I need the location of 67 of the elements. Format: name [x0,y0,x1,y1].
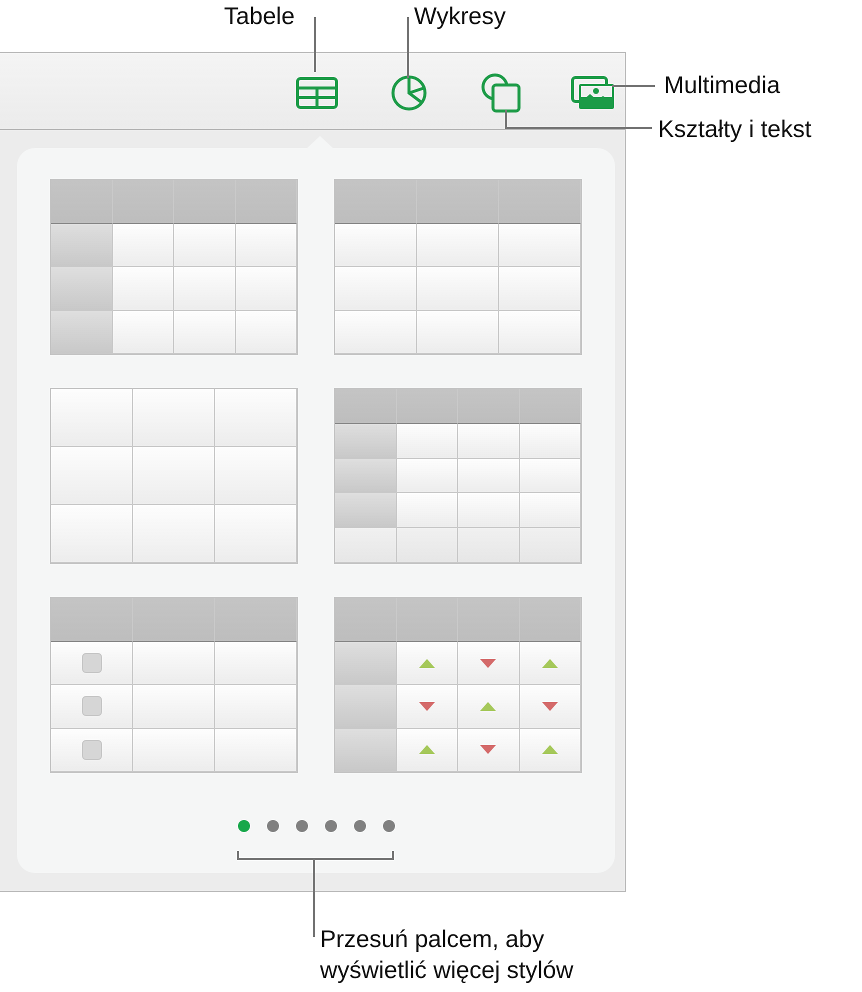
table-cell [236,310,297,354]
table-cell [397,493,458,528]
table-cell [458,528,520,563]
callout-label: Kształty i tekst [658,115,812,145]
table-cell [51,180,113,224]
table-style-button[interactable] [334,597,582,773]
table-cell [520,493,581,528]
table-cell [174,310,236,354]
table-style-button[interactable] [334,388,582,564]
table-cell [236,267,297,310]
table-cell [51,310,113,354]
table-cell [335,642,397,686]
callout-label: Tabele [224,2,295,32]
table-cell [397,389,458,424]
photos-icon [571,76,615,110]
table-cell [458,424,520,459]
shapes-icon [481,73,521,113]
callout-label: Multimedia [664,71,780,101]
page-dot[interactable] [266,820,278,832]
pie-chart-icon [391,75,427,111]
table-cell [51,267,113,310]
table-style-button[interactable] [334,179,582,355]
table-cell [335,728,397,772]
callout-label: Przesuń palcem, aby wyświetlić więcej stylów [320,925,574,986]
table-cell [174,180,236,224]
table-cell [335,528,397,563]
leader-line [314,17,316,72]
table-icon [296,77,338,109]
table-cell [458,598,520,642]
table-cell [113,310,174,354]
leader-line [612,85,655,87]
table-cell [520,389,581,424]
table-style-button[interactable] [50,597,298,773]
table-cell [113,180,174,224]
table-cell [520,598,581,642]
table-cell [51,224,113,267]
table-cell [236,224,297,267]
table-cell [335,598,397,642]
page-dot[interactable] [296,820,308,832]
table-cell [397,458,458,494]
table-cell [335,493,397,528]
table-cell [113,267,174,310]
table-cell [335,424,397,459]
table-cell [458,389,520,424]
table-cell [397,424,458,459]
leader-line [407,17,409,78]
page-dot[interactable] [324,820,336,832]
table-cell [335,389,397,424]
table-cell [113,224,174,267]
table-cell [335,458,397,494]
callout-label: Wykresy [414,2,506,32]
page-dot[interactable] [238,820,250,832]
table-cell [236,180,297,224]
table-cell [520,458,581,494]
table-cell [458,493,520,528]
table-cell [458,458,520,494]
table-cell [520,424,581,459]
table-style-button[interactable] [50,179,298,355]
table-cell [174,267,236,310]
table-cell [397,528,458,563]
table-cell [397,598,458,642]
page-dot[interactable] [354,820,366,832]
table-style-button[interactable] [50,388,298,564]
table-cell [520,528,581,563]
table-cell [174,224,236,267]
page-dot[interactable] [382,820,394,832]
table-cell [335,685,397,729]
